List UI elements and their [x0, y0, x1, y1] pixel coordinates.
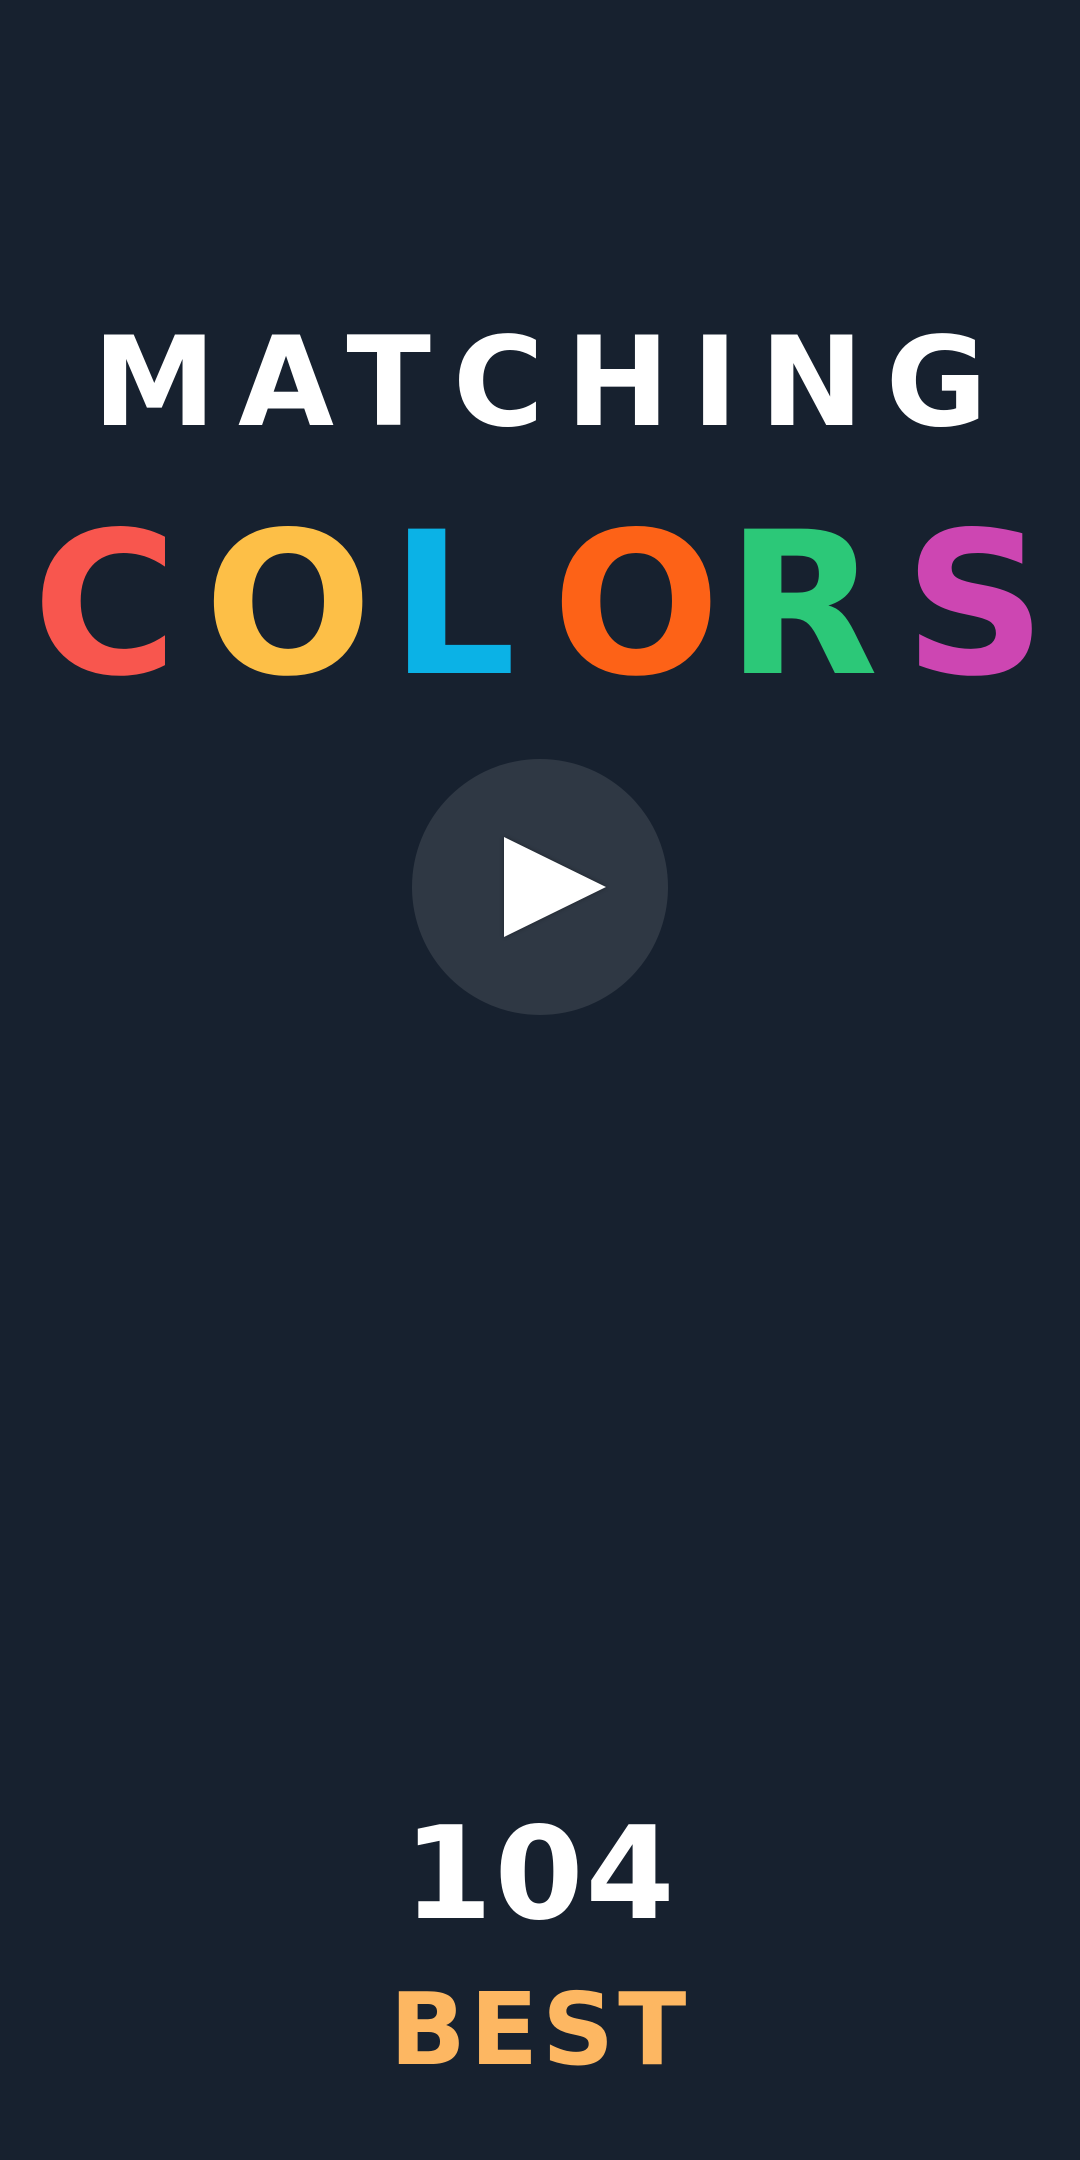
- title-letter-o: O: [204, 489, 373, 720]
- play-icon: [504, 837, 606, 937]
- play-button[interactable]: [412, 759, 668, 1015]
- title-colors: C O L O R S: [30, 505, 1050, 705]
- title-letter-o: O: [552, 489, 721, 720]
- title-letter-s: S: [903, 489, 1047, 720]
- title-letter-r: R: [726, 489, 879, 720]
- game-menu-screen: MATCHING C O L O R S 104 BEST: [0, 0, 1080, 2160]
- best-score-value: 104: [403, 1800, 677, 1949]
- title-letter-c: C: [32, 489, 178, 720]
- best-label: BEST: [389, 1971, 691, 2088]
- title-matching: MATCHING: [92, 311, 1010, 455]
- title-letter-l: L: [389, 489, 517, 720]
